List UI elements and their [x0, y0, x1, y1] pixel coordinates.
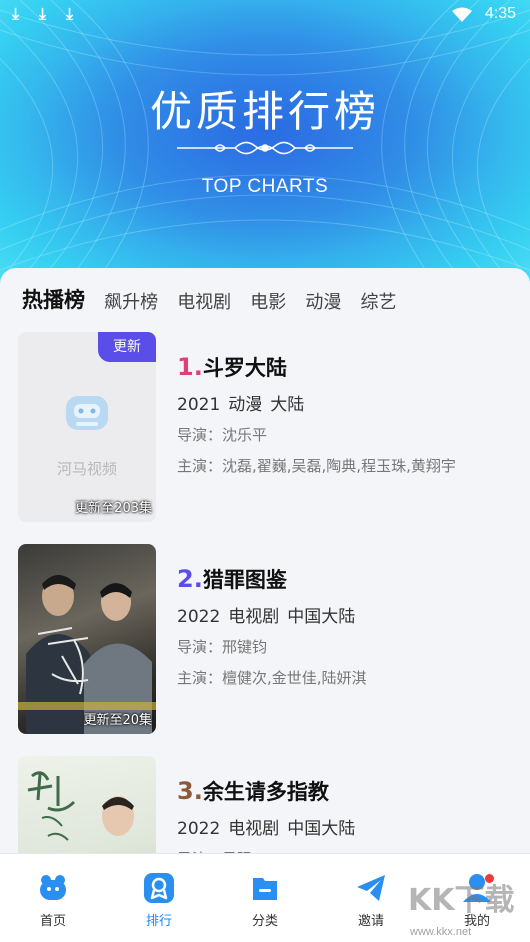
chart-item[interactable]: 河马视频 更新 更新至203集 1.斗罗大陆 2021 动漫 大陆 导演：沈乐平 主…: [18, 332, 518, 522]
poster-image[interactable]: [18, 756, 156, 868]
item-meta: 2022 电视剧 中国大陆: [177, 602, 363, 627]
item-meta: 2021 动漫 大陆: [177, 390, 312, 415]
nav-ranking[interactable]: 排行: [119, 854, 199, 942]
item-year: 2022: [177, 607, 221, 627]
item-title: 1.斗罗大陆: [177, 352, 287, 382]
tab-hot[interactable]: 热播榜: [22, 284, 85, 314]
nav-invite[interactable]: 邀请: [331, 854, 411, 942]
rank-number: 2.: [177, 565, 203, 593]
ranking-icon: [144, 873, 174, 903]
rank-number: 1.: [177, 353, 203, 381]
item-year: 2022: [177, 819, 221, 839]
download-icon: ⤓: [39, 4, 47, 23]
watermark-logo: KK下载: [408, 883, 515, 918]
poster-art: [18, 575, 156, 734]
nav-category[interactable]: 分类: [225, 854, 305, 942]
item-genre: 电视剧: [228, 819, 280, 839]
nav-label: 分类: [251, 914, 278, 929]
item-genre: 电视剧: [228, 607, 280, 627]
status-bar: ⤓ ⤓ ⤓ 4:35: [0, 0, 530, 30]
item-name: 猎罪图鉴: [202, 568, 287, 592]
item-year: 2021: [177, 395, 221, 415]
wifi-icon: [452, 7, 472, 22]
app-logo-icon: [66, 396, 108, 430]
poster-placeholder[interactable]: 河马视频 更新 更新至203集: [18, 332, 156, 522]
category-tabs: 热播榜 飙升榜 电视剧 电影 动漫 综艺: [22, 284, 410, 314]
nav-home[interactable]: 首页: [13, 854, 93, 942]
banner-title: 优质排行榜: [149, 87, 380, 136]
item-region: 大陆: [270, 395, 305, 415]
episode-caption: 更新至203集: [75, 501, 152, 516]
nav-label: 邀请: [357, 914, 384, 929]
invite-icon: [357, 875, 385, 901]
placeholder-label: 河马视频: [56, 460, 117, 478]
watermark-url: www.kkx.net: [410, 926, 472, 938]
episode-caption: 更新至20集: [83, 713, 152, 728]
item-actors: 主演：沈磊,翟巍,吴磊,陶典,程玉珠,黄翔宇: [177, 457, 456, 475]
nav-label: 首页: [39, 914, 66, 929]
tab-tv[interactable]: 电视剧: [177, 288, 231, 314]
tab-movie[interactable]: 电影: [250, 288, 286, 314]
download-icon: ⤓: [12, 4, 20, 23]
ornament-divider-icon: [177, 141, 353, 155]
download-icon: ⤓: [66, 4, 74, 23]
tab-anime[interactable]: 动漫: [305, 288, 341, 314]
rank-number: 3.: [177, 777, 203, 805]
nav-label: 排行: [145, 914, 172, 929]
item-name: 余生请多指教: [202, 780, 329, 804]
item-meta: 2022 电视剧 中国大陆: [177, 814, 363, 839]
tab-rising[interactable]: 飙升榜: [104, 288, 158, 314]
item-director: 导演：沈乐平: [177, 426, 268, 444]
item-title: 3.余生请多指教: [177, 776, 329, 806]
chart-item[interactable]: 3.余生请多指教 2022电视剧中国大陆 导演：吴强: [18, 756, 518, 868]
chart-item[interactable]: 更新至20集 2.猎罪图鉴 2022 电视剧 中国大陆 导演：邢键钧 主演：檀健次,…: [18, 544, 518, 734]
home-icon: [40, 875, 66, 900]
item-genre: 动漫: [228, 395, 263, 415]
poster-art: [27, 771, 150, 868]
poster-image[interactable]: 更新至20集: [18, 544, 156, 734]
banner-subtitle: TOP CHARTS: [201, 176, 329, 197]
item-name: 斗罗大陆: [202, 356, 287, 380]
category-icon: [253, 878, 277, 900]
item-actors: 主演：檀健次,金世佳,陆妍淇: [177, 669, 367, 687]
status-time: 4:35: [484, 5, 516, 22]
item-director: 导演：邢键钧: [177, 638, 268, 656]
top-charts-banner: ⤓ ⤓ ⤓ 4:35 优质排行榜 TOP CHARTS: [0, 0, 530, 290]
item-region: 中国大陆: [287, 607, 356, 627]
item-title: 2.猎罪图鉴: [177, 564, 287, 594]
chart-list-panel: 热播榜 飙升榜 电视剧 电影 动漫 综艺 河马视频 更新 更新至203集 1.斗…: [0, 268, 530, 868]
item-region: 中国大陆: [287, 819, 356, 839]
update-badge: 更新: [98, 332, 156, 362]
tab-variety[interactable]: 综艺: [360, 288, 396, 314]
